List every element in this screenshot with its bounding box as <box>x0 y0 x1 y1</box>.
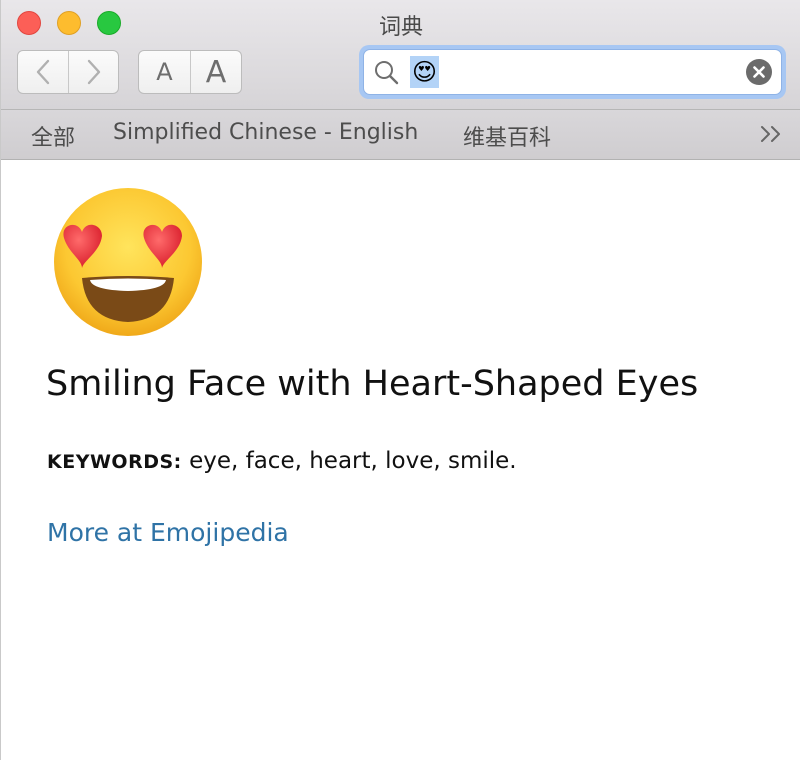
scope-item-wikipedia[interactable]: 维基百科 <box>463 120 551 152</box>
search-field[interactable]: 😍 <box>363 49 782 95</box>
keywords-line: KEYWORDS: eye, face, heart, love, smile. <box>47 448 517 474</box>
entry-title: Smiling Face with Heart-Shaped Eyes <box>46 364 699 404</box>
double-chevron-right-icon[interactable] <box>759 122 785 146</box>
scope-item-chinese-english[interactable]: Simplified Chinese - English <box>113 120 418 145</box>
keywords-label: KEYWORDS: <box>47 451 182 473</box>
scope-item-all[interactable]: 全部 <box>31 120 75 152</box>
decrease-font-button[interactable]: A <box>139 51 190 93</box>
magnifier-icon <box>375 61 399 85</box>
forward-button[interactable] <box>68 51 118 93</box>
source-scope-bar: 全部 Simplified Chinese - English 维基百科 <box>1 110 800 160</box>
heart-eyes-emoji-icon <box>54 188 202 336</box>
window-title: 词典 <box>378 15 423 40</box>
increase-font-button[interactable]: A <box>190 51 241 93</box>
clear-search-button[interactable] <box>746 59 772 85</box>
search-input[interactable]: 😍 <box>410 56 440 88</box>
font-size-control: A A <box>138 50 242 94</box>
keywords-value: eye, face, heart, love, smile. <box>189 448 517 474</box>
entry-content: Smiling Face with Heart-Shaped Eyes KEYW… <box>1 160 800 760</box>
emojipedia-link[interactable]: More at Emojipedia <box>47 518 289 547</box>
chevron-left-icon <box>36 59 50 85</box>
chevron-right-icon <box>87 59 100 85</box>
title-toolbar: 词典 A A 😍 <box>1 0 800 110</box>
back-button[interactable] <box>18 51 68 93</box>
search-field-focus-ring: 😍 <box>359 45 786 99</box>
dictionary-window: 词典 A A 😍 全部 Simplified Chinese - English… <box>0 0 800 760</box>
navigation-control <box>17 50 119 94</box>
clear-circle-icon <box>753 66 765 78</box>
